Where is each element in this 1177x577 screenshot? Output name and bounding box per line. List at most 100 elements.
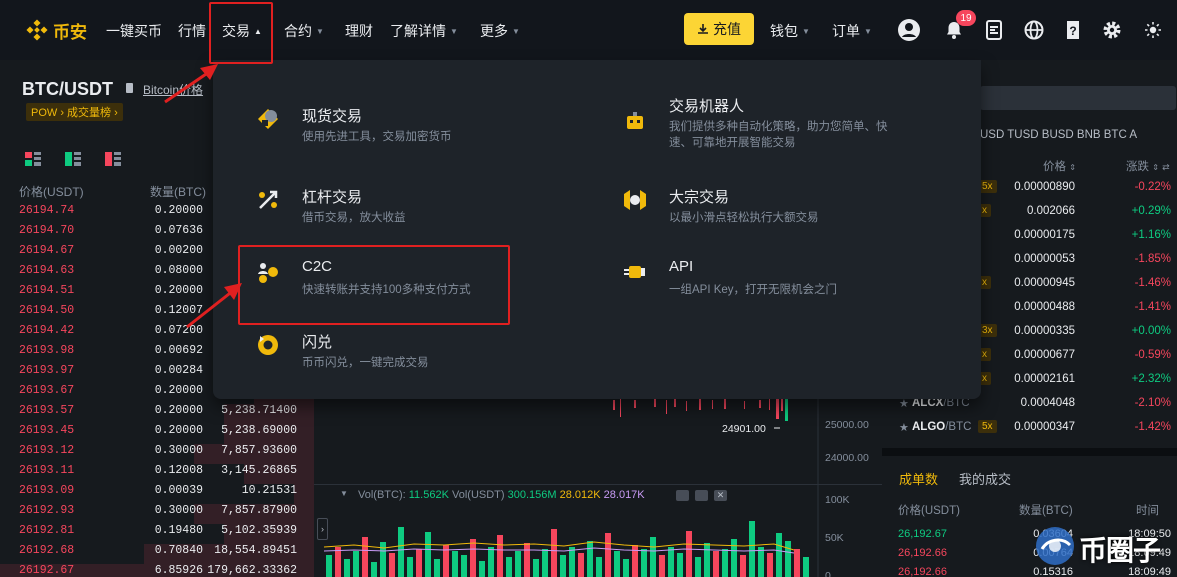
- orderbook-qty: 0.19480: [154, 524, 203, 537]
- volume-bar: [542, 549, 548, 577]
- close-small-icon[interactable]: ✕: [714, 490, 727, 501]
- favorite-star-icon[interactable]: ★: [899, 421, 909, 434]
- volume-bar: [497, 535, 503, 577]
- market-row[interactable]: ★ ALCX/BTC 0.0004048 -2.10%: [890, 397, 1177, 421]
- pair-symbol[interactable]: BTC/USDT: [22, 79, 113, 100]
- vol-btc-prefix: Vol(BTC):: [358, 489, 406, 501]
- menu-item-trading-bot[interactable]: 交易机器人 我们提供多种自动化策略，助力您简单、快速、可靠地开展智能交易: [621, 95, 941, 155]
- menu-item-title: 交易机器人: [669, 98, 745, 115]
- scroll-left-button[interactable]: ›: [317, 518, 328, 540]
- market-change: -1.41%: [1134, 301, 1171, 313]
- nav-markets[interactable]: 行情: [178, 21, 206, 41]
- orderbook-price: 26194.51: [19, 284, 75, 297]
- volume-bar: [425, 532, 431, 577]
- annotation-highlight-c2c: [238, 245, 510, 325]
- nav-wallet[interactable]: 钱包 ▼: [770, 21, 810, 41]
- nav-buy-crypto[interactable]: 一键买币: [106, 21, 162, 41]
- menu-item-convert[interactable]: 闪兑 币币闪兑，一键完成交易: [254, 331, 574, 371]
- nav-earn[interactable]: 理财: [345, 21, 373, 41]
- orderbook-row[interactable]: 26193.09 0.00039 10.21531: [0, 484, 314, 504]
- trades-price-header: 价格(USDT): [898, 505, 960, 517]
- collapse-arrow-icon[interactable]: ▼: [340, 489, 348, 498]
- market-price-header-label: 价格: [1043, 161, 1066, 173]
- menu-item-title: 现货交易: [302, 108, 363, 125]
- market-change-header[interactable]: 涨跌 ⇕ ⇄: [1126, 158, 1170, 174]
- orderbook-row[interactable]: 26192.93 0.30000 7,857.87900: [0, 504, 314, 524]
- tab-my-trades[interactable]: 我的成交: [959, 469, 1011, 488]
- volume-bar: [686, 531, 692, 577]
- annotation-arrow-icon: [164, 64, 218, 104]
- orderbook-qty: 0.00692: [154, 344, 203, 357]
- theme-icon[interactable]: [1140, 17, 1166, 43]
- orderbook-row[interactable]: 26193.45 0.20000 5,238.69000: [0, 424, 314, 444]
- logo-text: 币安: [53, 22, 87, 42]
- pow-tag[interactable]: POW › 成交量榜 ›: [26, 103, 123, 121]
- user-icon[interactable]: [896, 17, 922, 43]
- volume-bar: [524, 543, 530, 577]
- volume-bar: [794, 549, 800, 577]
- volume-axis-label: 100K: [825, 494, 850, 506]
- sort-icon: ⇕: [1069, 163, 1076, 172]
- orderbook-both-icon[interactable]: [25, 152, 41, 166]
- orderbook-asks-icon[interactable]: [105, 152, 121, 166]
- kline-chart[interactable]: 24901.00: [314, 395, 882, 577]
- orderbook-total: 7,857.87900: [221, 504, 297, 517]
- orderbook-qty: 0.30000: [154, 444, 203, 457]
- leverage-badge: 5x: [978, 420, 997, 433]
- globe-icon[interactable]: [1021, 17, 1047, 43]
- market-quote-tabs[interactable]: USD TUSD BUSD BNB BTC A: [980, 129, 1137, 141]
- nav-wallet-label: 钱包: [770, 23, 798, 39]
- spot-trading-icon: [258, 109, 278, 129]
- menu-item-title: 杠杆交易: [302, 189, 363, 206]
- menu-item-margin[interactable]: 杠杆交易 借币交易，放大收益: [254, 186, 574, 226]
- nav-orders[interactable]: 订单 ▼: [832, 21, 872, 41]
- orderbook-row[interactable]: 26193.12 0.30000 7,857.93600: [0, 444, 314, 464]
- nav-earn-label: 理财: [345, 23, 373, 39]
- binance-logo[interactable]: 币安: [26, 18, 87, 43]
- volume-bar: [461, 555, 467, 577]
- nav-more[interactable]: 更多 ▼: [480, 21, 520, 41]
- tab-market-trades[interactable]: 成单数: [899, 469, 938, 488]
- market-row[interactable]: ★ ALGO/BTC 5x 0.00000347 -1.42%: [890, 420, 1177, 445]
- market-price: 0.00000053: [1014, 253, 1075, 265]
- orderbook-qty: 6.85926: [154, 564, 203, 577]
- volume-bar: [776, 533, 782, 577]
- orderbook-row[interactable]: 26193.57 0.20000 5,238.71400: [0, 404, 314, 424]
- help-icon[interactable]: ?: [1060, 17, 1086, 43]
- orderbook-row[interactable]: 26193.11 0.12008 3,145.26865: [0, 464, 314, 484]
- orderbook-row[interactable]: 26192.68 0.70840 18,554.89451: [0, 544, 314, 564]
- candles: [613, 397, 788, 421]
- orderbook-qty: 0.07636: [154, 224, 203, 237]
- menu-item-api[interactable]: API 一组API Key，打开无限机会之门: [621, 258, 941, 298]
- menu-item-spot[interactable]: 现货交易 使用先进工具，交易加密货币: [254, 105, 574, 145]
- volume-bar: [803, 557, 809, 577]
- swap-icon: ⇄: [1162, 162, 1170, 172]
- orderbook-row[interactable]: 26192.67 6.85926 179,662.33362: [0, 564, 314, 577]
- market-search-input[interactable]: [980, 86, 1176, 110]
- settings-icon[interactable]: [1099, 17, 1125, 43]
- eye-icon[interactable]: [676, 490, 689, 501]
- info-icon: [126, 83, 133, 93]
- trades-qty-header: 数量(BTC): [1019, 505, 1073, 517]
- orderbook-total: 5,102.35939: [221, 524, 297, 537]
- orderbook-price: 26194.50: [19, 304, 75, 317]
- orderbook-bids-icon[interactable]: [65, 152, 81, 166]
- download-app-icon[interactable]: [981, 17, 1007, 43]
- market-price-header[interactable]: 价格 ⇕: [1043, 158, 1076, 174]
- volume-bar: [353, 551, 359, 577]
- market-change: +0.00%: [1131, 325, 1171, 337]
- chevron-down-icon: ▼: [450, 26, 458, 36]
- deposit-button[interactable]: 充值: [684, 13, 754, 45]
- orderbook-total: 5,238.69000: [221, 424, 297, 437]
- settings-small-icon[interactable]: [695, 490, 708, 501]
- nav-futures[interactable]: 合约 ▼: [284, 21, 324, 41]
- orderbook-row[interactable]: 26192.81 0.19480 5,102.35939: [0, 524, 314, 544]
- chart-divider: [314, 484, 882, 485]
- sort-icon: ⇕: [1152, 163, 1159, 172]
- market-change: -0.22%: [1134, 181, 1171, 193]
- menu-item-desc: 币币闪兑，一键完成交易: [302, 357, 429, 369]
- menu-item-block-trading[interactable]: 大宗交易 以最小滑点轻松执行大额交易: [621, 186, 941, 226]
- vol-btc-value: 11.562K: [408, 489, 449, 501]
- volume-bar: [767, 553, 773, 577]
- nav-learn[interactable]: 了解详情 ▼: [390, 21, 458, 41]
